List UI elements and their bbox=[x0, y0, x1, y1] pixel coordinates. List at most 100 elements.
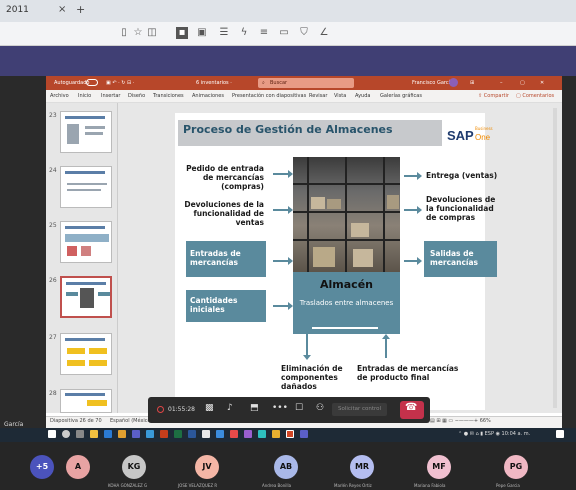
file-explorer-icon[interactable] bbox=[90, 430, 98, 438]
save-icon[interactable]: ▣ ↶ · ↻ ⊟ · bbox=[106, 80, 134, 86]
participant-avatar[interactable]: A bbox=[66, 455, 90, 479]
collections-icon[interactable]: ▪ bbox=[176, 27, 188, 39]
app-icon[interactable] bbox=[146, 430, 154, 438]
user-name: Francisco García bbox=[412, 80, 454, 86]
word-icon[interactable] bbox=[188, 430, 196, 438]
extension-icon[interactable]: ◫ bbox=[146, 27, 158, 39]
tab-diseno[interactable]: Diseño bbox=[128, 93, 145, 99]
app-icon[interactable] bbox=[216, 430, 224, 438]
language-status[interactable]: Español (México) bbox=[110, 418, 153, 424]
search-placeholder: Buscar bbox=[270, 80, 288, 86]
search-icon: ⌕ bbox=[262, 80, 265, 86]
slide-thumbnail-25[interactable] bbox=[60, 221, 112, 263]
participant-avatar[interactable]: PG bbox=[504, 455, 528, 479]
autosave-toggle[interactable] bbox=[86, 79, 98, 86]
edge-icon[interactable] bbox=[104, 430, 112, 438]
slide-thumbnail-26[interactable] bbox=[60, 276, 112, 318]
request-control-label: Solicitar control bbox=[338, 406, 382, 412]
mic-off-icon[interactable]: ♪ bbox=[227, 403, 233, 413]
participant-avatar[interactable]: MR bbox=[350, 455, 374, 479]
app-icon[interactable] bbox=[300, 430, 308, 438]
slide-thumbnail-28[interactable] bbox=[60, 389, 112, 413]
sap-one-label: One bbox=[475, 133, 491, 142]
flash-icon[interactable]: ϟ bbox=[238, 27, 250, 39]
tab-revisar[interactable]: Revisar bbox=[309, 93, 327, 99]
slide-title: Proceso de Gestión de Almacenes bbox=[183, 123, 393, 136]
task-view-icon[interactable] bbox=[76, 430, 84, 438]
avatar[interactable] bbox=[449, 78, 458, 87]
participant-name: Mariana Fabiola bbox=[414, 483, 446, 488]
app-icon[interactable] bbox=[244, 430, 252, 438]
app-icon[interactable] bbox=[230, 430, 238, 438]
comments-button[interactable]: ▢ Comentarios bbox=[516, 93, 554, 99]
tab-archivo[interactable]: Archivo bbox=[50, 93, 69, 99]
notifications-icon[interactable] bbox=[556, 430, 564, 438]
reader-icon[interactable]: ▯ bbox=[118, 27, 130, 39]
shield-icon[interactable]: ⛉ bbox=[298, 27, 310, 39]
browser-tab-bar bbox=[0, 0, 576, 22]
maximize-icon[interactable]: ▢ bbox=[520, 80, 525, 86]
app-icon[interactable] bbox=[258, 430, 266, 438]
bottom-label-eliminacion: Eliminación de componentes dañados bbox=[281, 364, 343, 391]
arrow-right bbox=[404, 257, 422, 265]
chat-icon[interactable]: ☐ bbox=[295, 403, 303, 413]
tab-inicio[interactable]: Inicio bbox=[78, 93, 91, 99]
record-icon bbox=[157, 406, 164, 413]
window-icon[interactable]: ▭ bbox=[278, 27, 290, 39]
arrow-right bbox=[273, 170, 293, 178]
tab-vista[interactable]: Vista bbox=[334, 93, 346, 99]
tab-ayuda[interactable]: Ayuda bbox=[355, 93, 370, 99]
powerpoint-icon[interactable] bbox=[160, 430, 168, 438]
tab-title[interactable]: 2011 bbox=[6, 5, 29, 15]
tab-presentacion[interactable]: Presentación con diapositivas bbox=[232, 93, 306, 99]
participant-avatar[interactable]: MF bbox=[427, 455, 451, 479]
app-icon[interactable] bbox=[286, 430, 294, 438]
share-button[interactable]: ⇪ Compartir bbox=[478, 93, 509, 99]
tab-animaciones[interactable]: Animaciones bbox=[192, 93, 224, 99]
pen-icon[interactable]: ∠ bbox=[318, 27, 330, 39]
slide-thumbnail-27[interactable] bbox=[60, 333, 112, 375]
more-participants[interactable]: +5 bbox=[30, 455, 54, 479]
arrow-right bbox=[273, 302, 293, 310]
menu-icon[interactable]: ≡ bbox=[258, 27, 270, 39]
share-screen-icon[interactable]: ⬒ bbox=[250, 403, 259, 413]
bottom-label-entradas-producto: Entradas de mercancías de producto final bbox=[357, 364, 459, 382]
new-tab-icon[interactable]: + bbox=[76, 3, 85, 16]
slide-number: 24 bbox=[49, 167, 57, 174]
minimize-icon[interactable]: – bbox=[500, 80, 503, 86]
slide-scrollbar[interactable] bbox=[553, 108, 557, 408]
participants-icon[interactable]: ⚇ bbox=[316, 403, 324, 413]
search-taskbar-icon[interactable] bbox=[62, 430, 70, 438]
split-icon[interactable]: ▣ bbox=[196, 27, 208, 39]
excel-icon[interactable] bbox=[174, 430, 182, 438]
participant-avatar[interactable]: JV bbox=[195, 455, 219, 479]
input-label-pedido: Pedido de entrada de mercancías (compras… bbox=[186, 164, 264, 191]
slide-thumbnail-23[interactable] bbox=[60, 111, 112, 153]
folder-icon[interactable] bbox=[118, 430, 126, 438]
system-tray[interactable]: ⌃ ● ✉ ⌂ ▮ ESP ◉ 10:04 a. m. bbox=[458, 431, 530, 437]
arrow-right bbox=[273, 206, 293, 214]
close-window-icon[interactable]: ✕ bbox=[540, 80, 544, 86]
app-icon[interactable] bbox=[202, 430, 210, 438]
participant-avatar[interactable]: KG bbox=[122, 455, 146, 479]
ribbon-display-icon[interactable]: ⊞ bbox=[470, 80, 474, 86]
slide-thumbnail-24[interactable] bbox=[60, 166, 112, 208]
view-icons[interactable]: ▤ ⊞ ▦ ▭ −———+ 66% bbox=[430, 418, 491, 424]
screen: 2011 × + ▯ ☆ ◫ ▪ ▣ ☰ ϟ ≡ ▭ ⛉ ∠ Autoguard… bbox=[0, 0, 576, 490]
tab-transiciones[interactable]: Transiciones bbox=[153, 93, 184, 99]
favorite-icon[interactable]: ☆ bbox=[132, 27, 144, 39]
input-label-devoluciones-ventas: Devoluciones de la funcionalidad de vent… bbox=[184, 200, 264, 227]
teams-icon[interactable] bbox=[132, 430, 140, 438]
tab-insertar[interactable]: Insertar bbox=[101, 93, 120, 99]
tab-galerias[interactable]: Galerías gráficas bbox=[380, 93, 422, 99]
participant-name: JOSE VELAZQUEZ R bbox=[178, 483, 218, 488]
camera-off-icon[interactable]: ▩ bbox=[205, 403, 214, 413]
notes-icon[interactable]: ☰ bbox=[218, 27, 230, 39]
windows-start-icon[interactable] bbox=[48, 430, 56, 438]
presenter-name: García bbox=[4, 421, 24, 428]
app-icon[interactable] bbox=[272, 430, 280, 438]
almacen-title: Almacén bbox=[320, 278, 373, 291]
more-options-icon[interactable]: ••• bbox=[272, 403, 288, 413]
close-icon[interactable]: × bbox=[58, 4, 66, 15]
participant-avatar[interactable]: AB bbox=[274, 455, 298, 479]
